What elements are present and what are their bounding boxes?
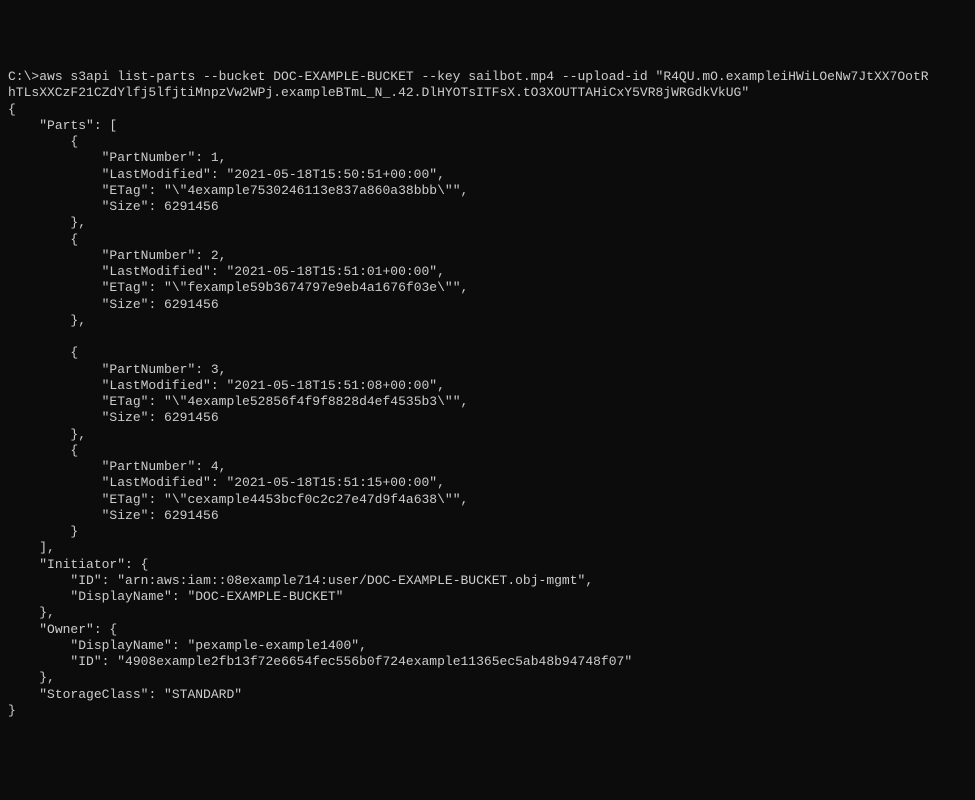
command-prompt: C:\>aws s3api list-parts --bucket DOC-EX… [8, 69, 929, 100]
json-output: { "Parts": [ { "PartNumber": 1, "LastMod… [8, 102, 632, 718]
terminal-content[interactable]: C:\>aws s3api list-parts --bucket DOC-EX… [8, 69, 967, 719]
